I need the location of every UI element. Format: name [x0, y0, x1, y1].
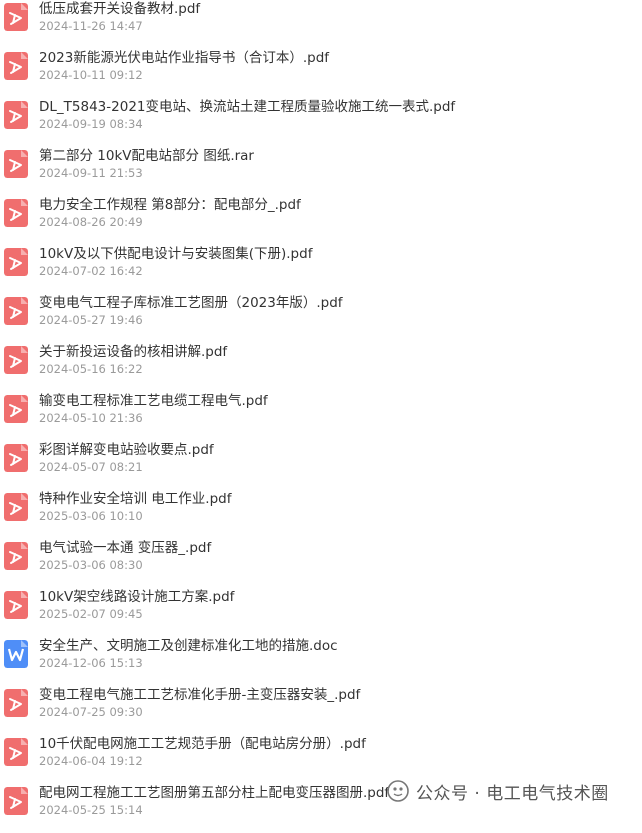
file-date: 2025-03-06 10:10	[39, 509, 143, 523]
file-name[interactable]: 配电网工程施工工艺图册第五部分柱上配电变压器图册.pdf	[39, 784, 389, 802]
file-name[interactable]: DL_T5843-2021变电站、换流站土建工程质量验收施工统一表式.pdf	[39, 98, 455, 116]
file-name[interactable]: 彩图详解变电站验收要点.pdf	[39, 441, 214, 459]
file-date: 2025-03-06 08:30	[39, 558, 143, 572]
file-date: 2024-05-07 08:21	[39, 460, 143, 474]
file-name[interactable]: 电力安全工作规程 第8部分：配电部分_.pdf	[39, 196, 301, 214]
file-date: 2024-05-10 21:36	[39, 411, 143, 425]
file-list-item[interactable]: 10kV及以下供配电设计与安装图集(下册).pdf 2024-07-02 16:4…	[0, 245, 642, 294]
watermark-text: 公众号 · 电工电气技术圈	[416, 783, 609, 804]
file-date: 2024-09-11 21:53	[39, 166, 143, 180]
file-date: 2024-10-11 09:12	[39, 68, 143, 82]
pdf-file-icon	[4, 689, 28, 717]
file-name[interactable]: 10千伏配电网施工工艺规范手册（配电站房分册）.pdf	[39, 735, 366, 753]
pdf-file-icon	[4, 101, 28, 129]
file-date: 2024-12-06 15:13	[39, 656, 143, 670]
file-list-item[interactable]: 10kV架空线路设计施工方案.pdf 2025-02-07 09:45	[0, 588, 642, 637]
pdf-file-icon	[4, 738, 28, 766]
file-list-item[interactable]: 低压成套开关设备教材.pdf 2024-11-26 14:47	[0, 0, 642, 49]
pdf-file-icon	[4, 542, 28, 570]
pdf-file-icon	[4, 591, 28, 619]
file-list-item[interactable]: DL_T5843-2021变电站、换流站土建工程质量验收施工统一表式.pdf 20…	[0, 98, 642, 147]
file-list-item[interactable]: 第二部分 10kV配电站部分 图纸.rar 2024-09-11 21:53	[0, 147, 642, 196]
pdf-file-icon	[4, 493, 28, 521]
file-name[interactable]: 安全生产、文明施工及创建标准化工地的措施.doc	[39, 637, 338, 655]
pdf-file-icon	[4, 787, 28, 815]
pdf-file-icon	[4, 52, 28, 80]
file-date: 2025-02-07 09:45	[39, 607, 143, 621]
file-date: 2024-07-25 09:30	[39, 705, 143, 719]
pdf-file-icon	[4, 3, 28, 31]
pdf-file-icon	[4, 248, 28, 276]
file-list-item[interactable]: 变电工程电气施工工艺标准化手册-主变压器安装_.pdf 2024-07-25 09…	[0, 686, 642, 735]
file-list-item[interactable]: 电力安全工作规程 第8部分：配电部分_.pdf 2024-08-26 20:49	[0, 196, 642, 245]
file-name[interactable]: 输变电工程标准工艺电缆工程电气.pdf	[39, 392, 268, 410]
file-date: 2024-05-27 19:46	[39, 313, 143, 327]
pdf-file-icon	[4, 297, 28, 325]
file-list-item[interactable]: 输变电工程标准工艺电缆工程电气.pdf 2024-05-10 21:36	[0, 392, 642, 441]
file-name[interactable]: 关于新投运设备的核相讲解.pdf	[39, 343, 227, 361]
file-date: 2024-07-02 16:42	[39, 264, 143, 278]
file-date: 2024-09-19 08:34	[39, 117, 143, 131]
wechat-official-account-icon	[387, 780, 409, 802]
word-file-icon	[4, 640, 28, 668]
file-name[interactable]: 10kV架空线路设计施工方案.pdf	[39, 588, 234, 606]
file-name[interactable]: 变电工程电气施工工艺标准化手册-主变压器安装_.pdf	[39, 686, 360, 704]
file-name[interactable]: 特种作业安全培训 电工作业.pdf	[39, 490, 231, 508]
file-date: 2024-05-25 15:14	[39, 803, 143, 817]
file-list-item[interactable]: 特种作业安全培训 电工作业.pdf 2025-03-06 10:10	[0, 490, 642, 539]
pdf-file-icon	[4, 150, 28, 178]
file-list-item[interactable]: 关于新投运设备的核相讲解.pdf 2024-05-16 16:22	[0, 343, 642, 392]
file-list-item[interactable]: 变电电气工程子库标准工艺图册（2023年版）.pdf 2024-05-27 19:…	[0, 294, 642, 343]
file-name[interactable]: 第二部分 10kV配电站部分 图纸.rar	[39, 147, 254, 165]
file-date: 2024-05-16 16:22	[39, 362, 143, 376]
file-date: 2024-08-26 20:49	[39, 215, 143, 229]
file-name[interactable]: 变电电气工程子库标准工艺图册（2023年版）.pdf	[39, 294, 343, 312]
pdf-file-icon	[4, 444, 28, 472]
file-name[interactable]: 2023新能源光伏电站作业指导书（合订本）.pdf	[39, 49, 329, 67]
file-date: 2024-11-26 14:47	[39, 19, 143, 33]
file-list-item[interactable]: 电气试验一本通 变压器_.pdf 2025-03-06 08:30	[0, 539, 642, 588]
file-name[interactable]: 电气试验一本通 变压器_.pdf	[39, 539, 211, 557]
file-date: 2024-06-04 19:12	[39, 754, 143, 768]
file-list-item[interactable]: 彩图详解变电站验收要点.pdf 2024-05-07 08:21	[0, 441, 642, 490]
watermark: 公众号 · 电工电气技术圈	[386, 776, 609, 806]
file-name[interactable]: 10kV及以下供配电设计与安装图集(下册).pdf	[39, 245, 312, 263]
file-list-item[interactable]: 2023新能源光伏电站作业指导书（合订本）.pdf 2024-10-11 09:1…	[0, 49, 642, 98]
file-name[interactable]: 低压成套开关设备教材.pdf	[39, 0, 200, 18]
pdf-file-icon	[4, 199, 28, 227]
pdf-file-icon	[4, 395, 28, 423]
pdf-file-icon	[4, 346, 28, 374]
file-list-item[interactable]: 安全生产、文明施工及创建标准化工地的措施.doc 2024-12-06 15:13	[0, 637, 642, 686]
